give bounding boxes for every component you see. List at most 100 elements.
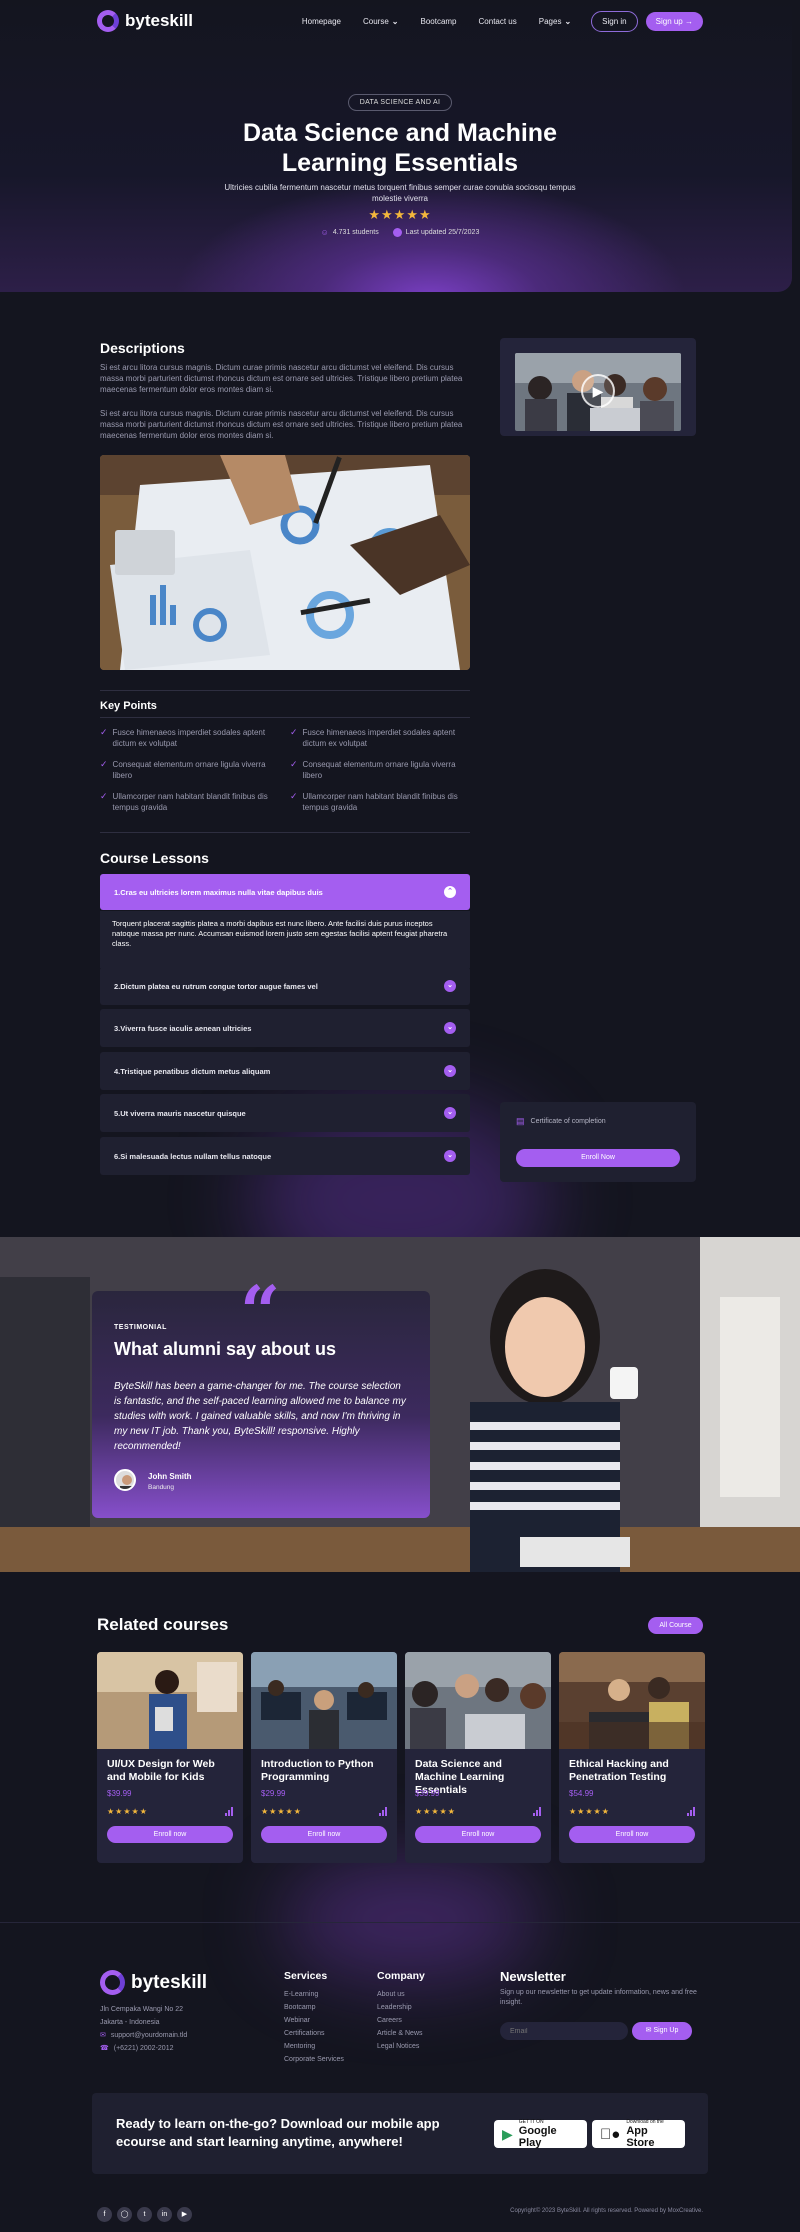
footer-link[interactable]: Certifications <box>284 2027 344 2040</box>
play-icon[interactable]: ▶ <box>581 374 615 408</box>
keypoints-list: ✓ Fusce himenaeos imperdiet sodales apten… <box>100 727 470 813</box>
keypoint-text: Fusce himenaeos imperdiet sodales aptent… <box>112 728 266 748</box>
app-store-button[interactable]: ● Download on theApp Store <box>592 2119 685 2149</box>
services-title: Services <box>284 1970 328 1982</box>
students-label: 4.731 students <box>332 229 379 236</box>
check-icon: ✓ <box>290 727 298 737</box>
footer-link[interactable]: About us <box>377 1988 425 2001</box>
course-image <box>97 1652 243 1749</box>
level-icon <box>533 1807 541 1816</box>
enroll-button[interactable]: Enroll now <box>415 1826 541 1843</box>
nav-pages[interactable]: Pages ⌄ <box>539 17 571 26</box>
lesson-item[interactable]: 6.Si malesuada lectus nullam tellus nato… <box>100 1137 470 1175</box>
divider <box>100 832 470 833</box>
chevron-down-icon: ⌄ <box>444 1107 456 1119</box>
chevron-down-icon: ⌄ <box>564 16 572 26</box>
category-pill: DATA SCIENCE AND AI <box>348 94 452 111</box>
course-price: $29.99 <box>261 1789 286 1798</box>
course-card[interactable]: Ethical Hacking and Penetration Testing … <box>559 1652 705 1863</box>
chevron-down-icon: ⌄ <box>444 980 456 992</box>
chevron-down-icon: ⌄ <box>444 1150 456 1162</box>
quote-icon: “ <box>240 1270 281 1353</box>
footer-logo[interactable]: byteskill <box>100 1970 207 1995</box>
course-preview-card: ▶ <box>500 338 696 436</box>
level-icon <box>379 1807 387 1816</box>
course-card[interactable]: UI/UX Design for Web and Mobile for Kids… <box>97 1652 243 1863</box>
signup-label: Sign up <box>655 16 683 26</box>
keypoint-item: ✓ Consequat elementum ornare ligula viver… <box>290 759 470 781</box>
certificate-label: Certificate of completion <box>530 1118 606 1125</box>
footer-link[interactable]: Corporate Services <box>284 2053 344 2066</box>
footer-link[interactable]: Mentoring <box>284 2040 344 2053</box>
footer-link[interactable]: E-Learning <box>284 1988 344 2001</box>
description-image <box>100 455 470 670</box>
footer-link[interactable]: Legal Notices <box>377 2040 425 2053</box>
linkedin-icon[interactable]: in <box>157 2207 172 2222</box>
footer-link[interactable]: Webinar <box>284 2014 344 2027</box>
testimonial-location: Bandung <box>148 1484 175 1491</box>
footer-link[interactable]: Leadership <box>377 2001 425 2014</box>
calendar-icon <box>392 228 402 237</box>
lesson-item[interactable]: 4.Tristique penatibus dictum metus aliqu… <box>100 1052 470 1090</box>
nav-bootcamp[interactable]: Bootcamp <box>420 17 456 26</box>
course-image <box>251 1652 397 1749</box>
logo[interactable]: byteskill <box>97 10 193 32</box>
avatar <box>114 1469 136 1491</box>
newsletter-email-input[interactable] <box>500 2022 628 2040</box>
preview-video[interactable]: ▶ <box>515 353 681 431</box>
app-banner-text: Ready to learn on-the-go? Download our m… <box>116 2116 440 2149</box>
logo-text: byteskill <box>125 11 194 30</box>
enroll-button[interactable]: Enroll now <box>107 1826 233 1843</box>
course-title: Introduction to Python Programming <box>261 1758 374 1783</box>
nav-contact[interactable]: Contact us <box>479 17 517 26</box>
apple-icon: ● <box>600 2125 620 2143</box>
social-links: f ◯ t in ▶ <box>97 2203 197 2222</box>
footer-phone[interactable]: (+6221) 2002-2012 <box>114 2042 174 2055</box>
signup-button[interactable]: Sign up → <box>645 11 703 31</box>
facebook-icon[interactable]: f <box>97 2207 112 2222</box>
testimonial-quote: ByteSkill has been a game-changer for me… <box>114 1381 406 1452</box>
footer-link[interactable]: Article & News <box>377 2027 425 2040</box>
address-line: Jln Cempaka Wangi No 22 <box>100 2006 184 2013</box>
nav-homepage[interactable]: Homepage <box>302 17 341 26</box>
keypoint-text: Consequat elementum ornare ligula viverr… <box>112 760 266 780</box>
enroll-now-button[interactable]: Enroll Now <box>516 1149 680 1167</box>
course-card[interactable]: Data Science and Machine Learning Essent… <box>405 1652 551 1863</box>
lesson-item[interactable]: 5.Ut viverra mauris nascetur quisque ⌄ <box>100 1094 470 1132</box>
footer-link[interactable]: Bootcamp <box>284 2001 344 2014</box>
course-card[interactable]: Introduction to Python Programming $29.9… <box>251 1652 397 1863</box>
lesson-title: 2.Dictum platea eu rutrum congue tortor … <box>114 981 318 991</box>
description-paragraph: Si est arcu litora cursus magnis. Dictum… <box>100 409 463 440</box>
page-title: Data Science and Machine Learning Essent… <box>242 119 557 177</box>
address-line: Jakarta - Indonesia <box>100 2019 160 2026</box>
twitter-icon[interactable]: t <box>137 2207 152 2222</box>
lesson-title: 1.Cras eu ultricies lorem maximus nulla … <box>114 887 323 897</box>
newsletter-text: Sign up our newsletter to get update inf… <box>500 1989 697 2006</box>
all-course-button[interactable]: All Course <box>648 1617 703 1634</box>
footer-email[interactable]: support@yourdomain.tld <box>111 2029 187 2042</box>
footer-link[interactable]: Careers <box>377 2014 425 2027</box>
instagram-icon[interactable]: ◯ <box>117 2207 132 2222</box>
signin-button[interactable]: Sign in <box>591 10 638 32</box>
lesson-item[interactable]: 3.Viverra fusce iaculis aenean ultricies… <box>100 1009 470 1047</box>
store-big-label: Google Play <box>518 2125 557 2149</box>
lesson-item-open[interactable]: 1.Cras eu ultricies lorem maximus nulla … <box>100 874 470 910</box>
testimonial-name: John Smith <box>148 1472 192 1481</box>
nav-course[interactable]: Course ⌄ <box>363 17 399 26</box>
check-icon: ✓ <box>100 759 108 769</box>
logo-text: byteskill <box>131 1971 208 1993</box>
google-play-button[interactable]: ▶ GET IT ON Google Play <box>494 2119 587 2149</box>
testimonial-card: “ TESTIMONIAL What alumni say about us B… <box>92 1277 430 1518</box>
newsletter-signup-button[interactable]: ✉ Sign Up <box>632 2022 692 2040</box>
descriptions-title: Descriptions <box>100 340 185 356</box>
enroll-button[interactable]: Enroll now <box>261 1826 387 1843</box>
lesson-content: Torquent placerat sagittis platea a morb… <box>100 911 470 968</box>
course-image <box>405 1652 551 1749</box>
enroll-button[interactable]: Enroll now <box>569 1826 695 1843</box>
level-icon <box>687 1807 695 1816</box>
divider <box>100 690 470 691</box>
lesson-item[interactable]: 2.Dictum platea eu rutrum congue tortor … <box>100 967 470 1005</box>
youtube-icon[interactable]: ▶ <box>177 2207 192 2222</box>
chevron-up-icon: ⌃ <box>444 886 456 898</box>
course-price: $54.99 <box>569 1789 594 1798</box>
